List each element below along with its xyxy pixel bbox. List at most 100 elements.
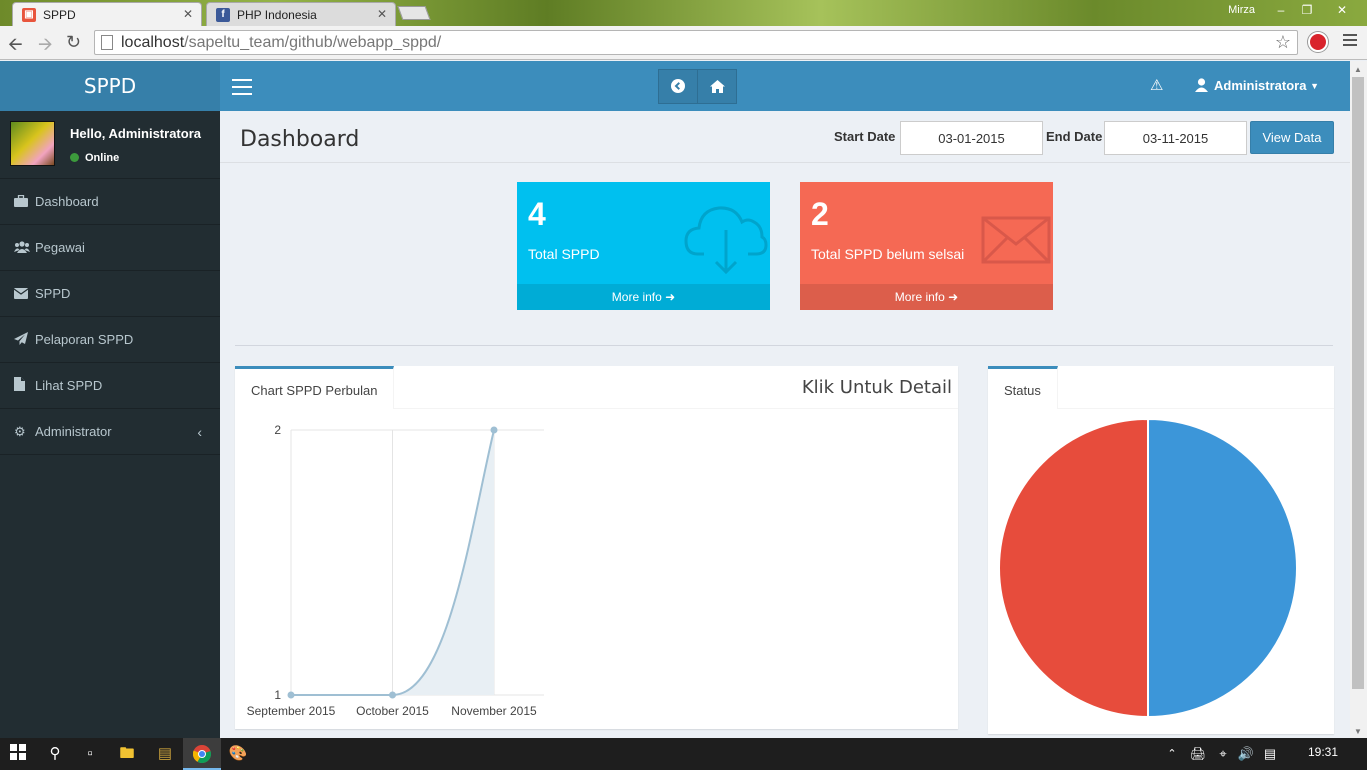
sidebar-item-label: Dashboard — [35, 194, 99, 209]
browser-user-name: Mirza — [1228, 4, 1255, 16]
stat-value: 2 — [811, 196, 829, 232]
sidebar-item-label: Pegawai — [35, 240, 85, 255]
stat-box-total-sppd: 4 Total SPPD More info ➜ — [517, 182, 770, 310]
browser-tab-php-indonesia[interactable]: f PHP Indonesia ✕ — [206, 2, 396, 26]
end-date-input[interactable] — [1104, 121, 1247, 155]
app-logo[interactable]: SPPD — [0, 61, 220, 111]
user-icon — [1195, 78, 1208, 92]
warning-icon[interactable]: ⚠ — [1150, 76, 1163, 94]
browser-menu-icon[interactable] — [1343, 34, 1357, 49]
home-button[interactable] — [697, 69, 737, 104]
file-icon — [14, 363, 30, 409]
back-arrow-icon[interactable]: 🡨 — [8, 32, 23, 62]
briefcase-icon — [14, 179, 30, 225]
cogs-icon: ⚙ — [14, 424, 26, 439]
forward-arrow-icon[interactable]: 🡪 — [38, 32, 53, 62]
caret-down-icon: ▼ — [1310, 81, 1320, 91]
close-window-icon[interactable]: ✕ — [1330, 1, 1354, 19]
bookmark-star-icon[interactable]: ☆ — [1275, 32, 1291, 53]
end-date-label: End Date — [1046, 129, 1103, 144]
restore-icon[interactable]: ❐ — [1294, 1, 1320, 19]
page-icon — [101, 35, 113, 50]
page-scrollbar[interactable]: ▲ ▼ — [1350, 61, 1367, 738]
volume-icon[interactable]: 🔊 — [1236, 744, 1256, 764]
scroll-down-icon[interactable]: ▼ — [1354, 727, 1362, 736]
address-bar[interactable]: localhost/sapeltu_team/github/webapp_spp… — [94, 30, 1298, 55]
paint-icon[interactable]: 🎨 — [228, 744, 248, 764]
minimize-icon[interactable]: – — [1268, 1, 1294, 19]
start-date-label: Start Date — [834, 129, 896, 144]
envelope-icon — [981, 216, 1051, 264]
circle-chevron-left-icon — [671, 79, 685, 93]
browser-tab-sppd[interactable]: ▣ SPPD ✕ — [12, 2, 202, 26]
sidebar-toggle-icon[interactable] — [232, 79, 252, 100]
tab-title: PHP Indonesia — [237, 8, 317, 22]
url-text: localhost/sapeltu_team/github/webapp_spp… — [121, 34, 442, 51]
start-date-input[interactable] — [900, 121, 1043, 155]
user-greeting: Hello, Administratora — [70, 126, 201, 141]
close-tab-icon[interactable]: ✕ — [183, 7, 193, 21]
app-icon[interactable]: ▤ — [155, 744, 175, 764]
sidebar-item-label: Administrator — [35, 424, 112, 439]
status-dot-icon — [70, 153, 79, 162]
facebook-favicon-icon: f — [216, 8, 230, 22]
new-tab-button[interactable] — [397, 6, 431, 20]
printer-icon[interactable]: 🖨 — [1188, 744, 1208, 764]
scroll-up-icon[interactable]: ▲ — [1354, 65, 1362, 74]
y-tick-label: 2 — [274, 423, 281, 437]
x-tick-label: November 2015 — [451, 704, 537, 718]
chart-panel: Chart SPPD Perbulan Klik Untuk Detail 12… — [235, 366, 958, 729]
paper-plane-icon — [14, 317, 30, 363]
envelope-icon — [13, 271, 30, 317]
browser-toolbar: 🡨 🡪 ↻ localhost/sapeltu_team/github/weba… — [0, 26, 1367, 60]
reload-icon[interactable]: ↻ — [66, 32, 81, 53]
taskbar-clock: 19:31 — [1308, 745, 1339, 759]
taskbar: ⚲ ▫ 🖿 ▤ 🎨 ⌃ 🖨 ⌖ 🔊 ▤ 19:31 — [0, 738, 1367, 770]
sidebar-item-pelaporan-sppd[interactable]: Pelaporan SPPD — [0, 317, 220, 363]
content-header: Dashboard Start Date End Date View Data — [220, 111, 1350, 163]
arrow-circle-right-icon: ➜ — [948, 290, 959, 304]
sidebar-item-pegawai[interactable]: Pegawai — [0, 225, 220, 271]
sidebar-item-sppd[interactable]: SPPD — [0, 271, 220, 317]
user-panel: Hello, Administratora Online — [0, 111, 220, 179]
back-button[interactable] — [658, 69, 698, 104]
windows-start-icon[interactable] — [8, 744, 28, 764]
avatar — [10, 121, 55, 166]
pie-chart[interactable] — [988, 366, 1334, 734]
line-chart[interactable]: 1 2 September 2015 October 2015 November 201… — [235, 366, 958, 729]
sidebar-item-administrator[interactable]: ⚙ Administrator ‹ — [0, 409, 220, 455]
arrow-circle-right-icon: ➜ — [665, 290, 676, 304]
notifications-icon[interactable]: ▤ — [1260, 744, 1280, 764]
wifi-icon[interactable]: ⌖ — [1213, 744, 1233, 764]
more-info-link[interactable]: More info ➜ — [800, 284, 1053, 310]
browser-tabstrip: ▣ SPPD ✕ f PHP Indonesia ✕ Mirza – ❐ ✕ — [0, 0, 1367, 26]
page-title: Dashboard — [240, 127, 360, 152]
tray-chevron-up-icon[interactable]: ⌃ — [1162, 744, 1182, 764]
x-tick-label: September 2015 — [247, 704, 336, 718]
search-icon[interactable]: ⚲ — [45, 744, 65, 764]
sidebar-item-lihat-sppd[interactable]: Lihat SPPD — [0, 363, 220, 409]
view-data-button[interactable]: View Data — [1250, 121, 1334, 154]
task-view-icon[interactable]: ▫ — [80, 744, 100, 764]
stat-box-sppd-belum-selesai: 2 Total SPPD belum selsai More info ➜ — [800, 182, 1053, 310]
extension-icon[interactable] — [1308, 32, 1328, 52]
online-status: Online — [70, 152, 119, 164]
pie-slice[interactable] — [998, 417, 1149, 719]
pie-slice[interactable] — [1147, 417, 1298, 719]
more-info-link[interactable]: More info ➜ — [517, 284, 770, 310]
x-tick-label: October 2015 — [356, 704, 429, 718]
chrome-taskbar-button[interactable] — [183, 738, 221, 770]
scrollbar-thumb[interactable] — [1352, 77, 1364, 689]
stat-value: 4 — [528, 196, 546, 232]
stat-label: Total SPPD — [528, 246, 600, 262]
account-menu[interactable]: Administratora ▼ — [1195, 78, 1319, 93]
chrome-icon — [193, 745, 211, 763]
data-point — [490, 426, 498, 434]
close-tab-icon[interactable]: ✕ — [377, 7, 387, 21]
sidebar-item-label: Pelaporan SPPD — [35, 332, 134, 347]
file-explorer-icon[interactable]: 🖿 — [117, 744, 137, 764]
section-divider — [235, 345, 1333, 346]
chevron-left-icon: ‹ — [197, 424, 202, 440]
sidebar-item-dashboard[interactable]: Dashboard — [0, 179, 220, 225]
stat-label: Total SPPD belum selsai — [811, 246, 965, 262]
